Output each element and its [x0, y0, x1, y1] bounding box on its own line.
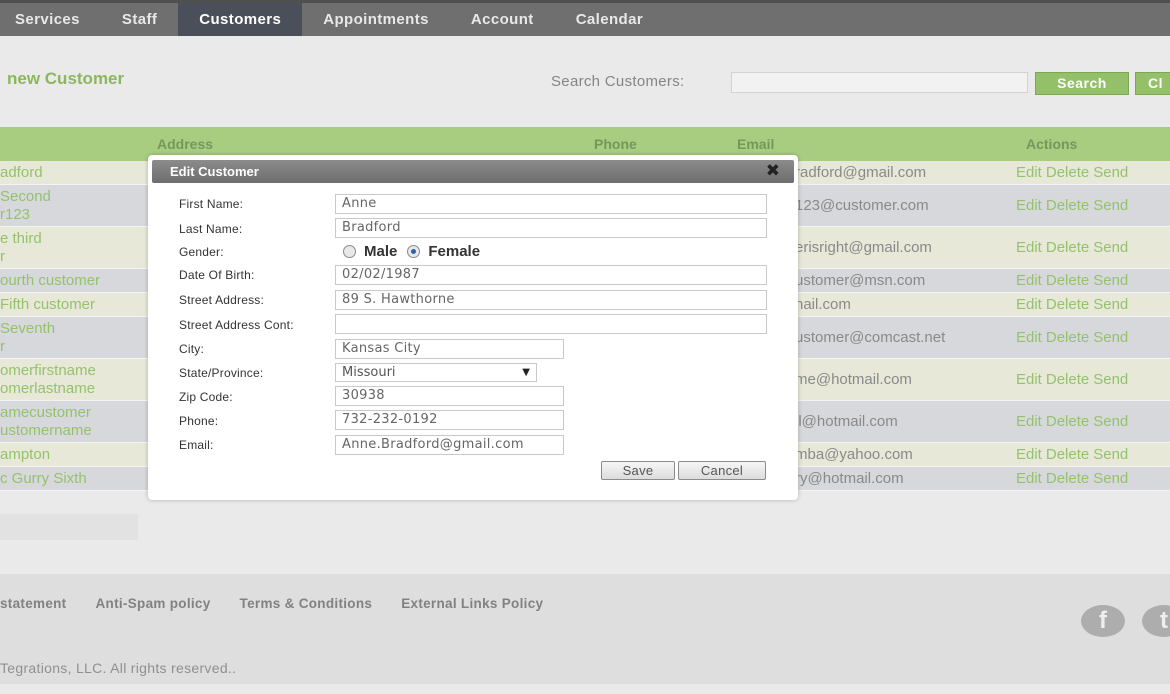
street-address-cont-field[interactable]	[335, 314, 767, 334]
dob-label: Date Of Birth:	[179, 268, 255, 282]
dob-field[interactable]: 02/02/1987	[335, 265, 767, 285]
city-label: City:	[179, 342, 204, 356]
phone-label: Phone:	[179, 414, 219, 428]
nav-services[interactable]: Services	[0, 3, 101, 36]
state-label: State/Province:	[179, 366, 264, 380]
dropdown-arrow-icon: ▼	[522, 367, 530, 378]
edit-customer-dialog: Edit Customer ✖ First Name: Anne Last Na…	[148, 155, 798, 500]
nav-account[interactable]: Account	[450, 3, 555, 36]
save-button[interactable]: Save	[601, 461, 675, 480]
state-selected-value: Missouri	[342, 365, 396, 380]
email-label: Email:	[179, 438, 214, 452]
state-select[interactable]: Missouri ▼	[335, 363, 537, 382]
dialog-titlebar: Edit Customer ✖	[152, 160, 794, 183]
main-nav: Services Staff Customers Appointments Ac…	[0, 3, 1170, 36]
cancel-button[interactable]: Cancel	[678, 461, 766, 480]
zip-field[interactable]: 30938	[335, 386, 564, 406]
gender-label: Gender:	[179, 245, 224, 259]
phone-field[interactable]: 732-232-0192	[335, 410, 564, 430]
first-name-field[interactable]: Anne	[335, 194, 767, 214]
dialog-title: Edit Customer	[170, 164, 259, 179]
city-field[interactable]: Kansas City	[335, 339, 564, 359]
male-label: Male	[364, 243, 398, 260]
street-address-cont-label: Street Address Cont:	[179, 318, 294, 332]
nav-calendar[interactable]: Calendar	[555, 3, 664, 36]
top-navigation-bar: Services Staff Customers Appointments Ac…	[0, 0, 1170, 36]
female-label: Female	[428, 243, 481, 260]
nav-staff[interactable]: Staff	[101, 3, 178, 36]
email-field[interactable]: Anne.Bradford@gmail.com	[335, 435, 564, 455]
zip-label: Zip Code:	[179, 390, 233, 404]
street-address-field[interactable]: 89 S. Hawthorne	[335, 290, 767, 310]
last-name-field[interactable]: Bradford	[335, 218, 767, 238]
last-name-label: Last Name:	[179, 222, 243, 236]
male-radio[interactable]	[343, 245, 356, 258]
street-address-label: Street Address:	[179, 293, 265, 307]
female-radio[interactable]	[407, 245, 421, 258]
first-name-label: First Name:	[179, 197, 244, 211]
nav-customers[interactable]: Customers	[178, 3, 303, 36]
close-icon[interactable]: ✖	[766, 161, 780, 181]
gender-radio-group: Male Female	[343, 243, 490, 260]
nav-appointments[interactable]: Appointments	[302, 3, 450, 36]
